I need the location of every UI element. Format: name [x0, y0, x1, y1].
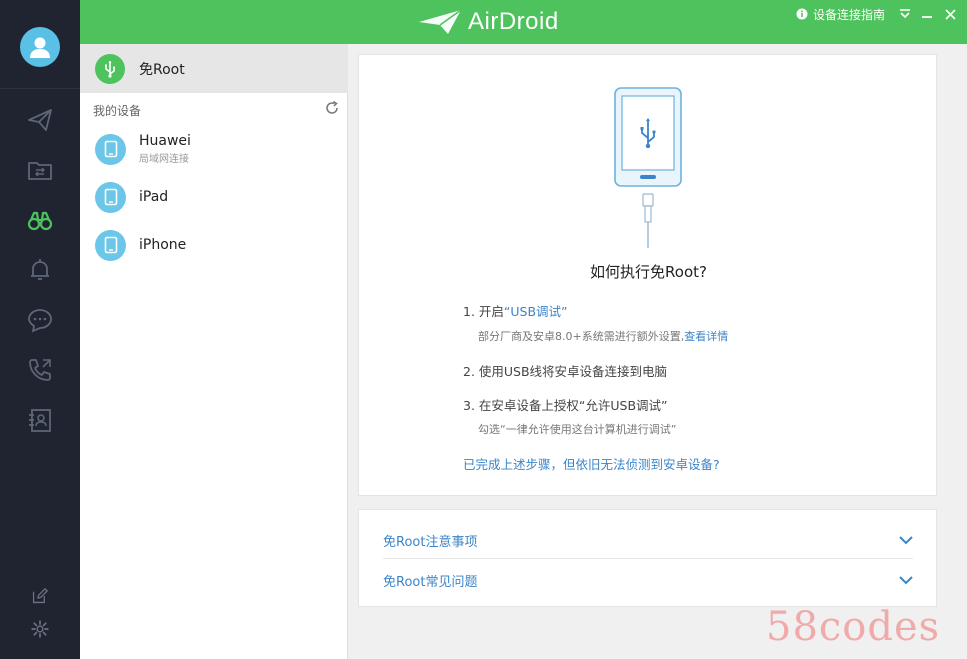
step-3-note: 勾选“一律允许使用这台计算机进行调试” — [478, 423, 677, 436]
tablet-icon — [104, 188, 117, 206]
file-transfer-icon — [28, 162, 52, 180]
rail-divider — [0, 88, 80, 89]
connection-guide-link[interactable]: 设备连接指南 — [796, 6, 885, 22]
device-panel: 免Root 我的设备 Huawei 局域网连接 iPad iPhone — [80, 44, 348, 659]
send-icon — [28, 109, 52, 131]
gear-icon — [31, 620, 49, 638]
device-badge — [95, 133, 126, 165]
step-2: 2. 使用USB线将安卓设备连接到电脑 — [463, 364, 668, 379]
chevron-down-icon — [899, 575, 913, 584]
cannot-detect-device-link[interactable]: 已完成上述步骤，但依旧无法侦测到安卓设备? — [463, 454, 720, 473]
usb-debug-highlight: “USB调试” — [503, 304, 568, 319]
chat-icon — [28, 309, 52, 333]
usb-icon — [105, 60, 116, 78]
no-root-guide-card: 如何执行免Root? 1. 开启“USB调试” 部分厂商及安卓8.0+系统需进行… — [358, 54, 937, 496]
phone-icon — [104, 236, 117, 254]
notification-bell-icon — [31, 259, 49, 280]
step-3: 3. 在安卓设备上授权“允许USB调试” — [463, 398, 668, 413]
faq-card: 免Root注意事项 免Root常见问题 — [358, 509, 937, 607]
user-icon — [30, 37, 50, 58]
guide-title: 如何执行免Root? — [590, 263, 707, 281]
minimize-button[interactable] — [918, 5, 936, 23]
paper-plane-logo-icon — [419, 9, 462, 34]
no-root-label: 免Root — [139, 61, 185, 78]
device-name: iPhone — [139, 237, 187, 253]
device-name: Huawei — [139, 133, 191, 149]
refresh-icon[interactable] — [324, 100, 340, 116]
faq-divider — [383, 558, 913, 559]
device-badge — [95, 229, 126, 261]
my-devices-heading: 我的设备 — [93, 104, 142, 118]
usb-badge — [95, 53, 125, 84]
watermark: 58codes — [766, 604, 941, 650]
device-badge — [95, 181, 126, 213]
chevron-down-icon — [899, 535, 913, 544]
step-1-note-text: 部分厂商及安卓8.0+系统需进行额外设置, — [478, 330, 685, 343]
phone-call-icon — [29, 359, 51, 381]
dropdown-menu-icon — [900, 9, 910, 19]
title-bar: AirDroid 设备连接指南 — [80, 0, 967, 44]
device-item-ipad[interactable]: iPad — [80, 174, 348, 220]
nav-notifications[interactable] — [0, 250, 80, 290]
binoculars-icon — [27, 211, 53, 231]
user-avatar[interactable] — [20, 27, 60, 67]
phone-usb-illustration — [614, 87, 682, 248]
device-connection-type: 局域网连接 — [139, 154, 189, 165]
step-1-note: 部分厂商及安卓8.0+系统需进行额外设置,查看详情 — [478, 328, 728, 344]
close-icon — [944, 8, 956, 20]
connection-guide-label: 设备连接指南 — [813, 7, 886, 22]
view-details-link[interactable]: 查看详情 — [684, 330, 728, 343]
faq-item-label: 免Root常见问题 — [383, 574, 478, 590]
nav-files[interactable] — [0, 150, 80, 190]
nav-rail — [0, 0, 80, 659]
nav-contacts[interactable] — [0, 400, 80, 440]
faq-item-notes[interactable]: 免Root注意事项 — [383, 520, 913, 560]
menu-button[interactable] — [896, 5, 914, 23]
device-item-iphone[interactable]: iPhone — [80, 222, 348, 268]
edit-icon — [32, 588, 48, 604]
info-icon — [796, 8, 808, 20]
nav-calls[interactable] — [0, 350, 80, 390]
faq-item-common-questions[interactable]: 免Root常见问题 — [383, 560, 913, 600]
minimize-icon — [922, 16, 932, 18]
step-1: 1. 开启“USB调试” — [463, 301, 568, 320]
close-button[interactable] — [941, 5, 959, 23]
no-root-item[interactable]: 免Root — [80, 44, 348, 93]
device-item-huawei[interactable]: Huawei 局域网连接 — [80, 126, 348, 172]
main-content: 如何执行免Root? 1. 开启“USB调试” 部分厂商及安卓8.0+系统需进行… — [349, 44, 967, 659]
faq-item-label: 免Root注意事项 — [383, 534, 478, 550]
step-1-text: 1. 开启 — [463, 304, 504, 319]
contacts-icon — [29, 409, 51, 432]
nav-settings[interactable] — [0, 609, 80, 649]
nav-messages[interactable] — [0, 300, 80, 340]
tablet-icon — [104, 140, 117, 158]
app-logo-text: AirDroid — [468, 8, 559, 35]
device-name: iPad — [139, 189, 169, 205]
app-logo: AirDroid — [418, 7, 559, 37]
nav-find-phone[interactable] — [0, 200, 80, 240]
nav-send[interactable] — [0, 100, 80, 140]
